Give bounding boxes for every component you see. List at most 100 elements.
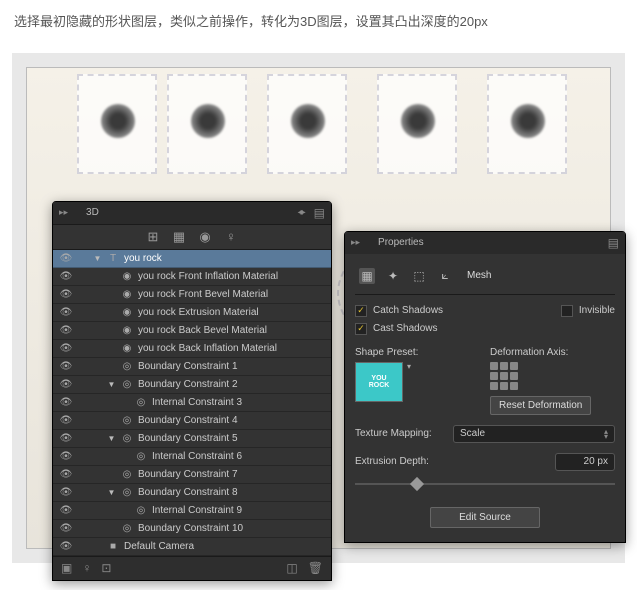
twisty-icon[interactable]: ▼ xyxy=(107,488,116,497)
coords-tab-icon[interactable]: ⟀ xyxy=(437,268,453,284)
visibility-eye-icon[interactable]: 👁 xyxy=(59,539,73,553)
texture-mapping-select[interactable]: Scale ▴▾ xyxy=(453,425,615,443)
visibility-eye-icon[interactable]: 👁 xyxy=(59,341,73,355)
visibility-eye-icon[interactable]: 👁 xyxy=(59,485,73,499)
panel-nav-icon[interactable]: ◂▸ xyxy=(298,207,304,218)
scene-item-label: you rock Extrusion Material xyxy=(138,307,325,318)
panel-menu-icon[interactable]: ▤ xyxy=(314,206,325,220)
scene-item-label: Boundary Constraint 8 xyxy=(138,487,325,498)
filter-scene-icon[interactable]: ⊞ xyxy=(145,229,161,245)
panel-properties-tab[interactable]: Properties xyxy=(370,233,432,252)
visibility-eye-icon[interactable]: 👁 xyxy=(59,287,73,301)
visibility-eye-icon[interactable]: 👁 xyxy=(59,431,73,445)
scene-item-label: you rock Front Bevel Material xyxy=(138,289,325,300)
letter-shape xyxy=(77,74,157,174)
scene-item[interactable]: 👁 ▼ ◎ Boundary Constraint 8 xyxy=(53,484,331,502)
target-icon: ◎ xyxy=(120,359,134,373)
visibility-eye-icon[interactable]: 👁 xyxy=(59,449,73,463)
scene-item[interactable]: 👁▼◎Boundary Constraint 2 xyxy=(53,376,331,394)
visibility-eye-icon[interactable]: 👁 xyxy=(59,305,73,319)
reset-deformation-button[interactable]: Reset Deformation xyxy=(490,396,591,415)
scene-item[interactable]: 👁◎Boundary Constraint 4 xyxy=(53,412,331,430)
scene-item[interactable]: 👁 ◎ Internal Constraint 3 xyxy=(53,394,331,412)
scene-item-label: you rock Front Inflation Material xyxy=(138,271,325,282)
visibility-eye-icon[interactable]: 👁 xyxy=(59,269,73,283)
scene-item-label: Internal Constraint 6 xyxy=(152,451,325,462)
scene-item[interactable]: 👁◉you rock Back Inflation Material xyxy=(53,340,331,358)
scene-item[interactable]: 👁■Default Camera xyxy=(53,538,331,556)
scene-item[interactable]: 👁◎Internal Constraint 6 xyxy=(53,448,331,466)
visibility-eye-icon[interactable]: 👁 xyxy=(59,359,73,373)
visibility-eye-icon[interactable]: 👁 xyxy=(59,323,73,337)
deformation-axis-label: Deformation Axis: xyxy=(490,347,615,358)
visibility-eye-icon[interactable]: 👁 xyxy=(59,395,73,409)
target-icon: ◎ xyxy=(120,485,134,499)
scene-item-label: Boundary Constraint 7 xyxy=(138,469,325,480)
deformation-axis-grid[interactable] xyxy=(490,362,518,390)
scene-item-label: you rock Back Bevel Material xyxy=(138,325,325,336)
light-icon[interactable]: ♀ xyxy=(82,561,91,575)
twisty-icon[interactable]: ▼ xyxy=(107,434,116,443)
filter-material-icon[interactable]: ◉ xyxy=(197,229,213,245)
cast-shadows-label: Cast Shadows xyxy=(373,323,437,334)
scene-item[interactable]: 👁◎Boundary Constraint 7 xyxy=(53,466,331,484)
scene-item[interactable]: 👁 ◉ you rock Front Bevel Material xyxy=(53,286,331,304)
extrusion-depth-slider[interactable] xyxy=(355,477,615,491)
catch-shadows-label: Catch Shadows xyxy=(373,305,443,316)
scene-item[interactable]: 👁▼Tyou rock xyxy=(53,250,331,268)
shape-preset-label: Shape Preset: xyxy=(355,347,480,358)
target-icon: ◎ xyxy=(134,395,148,409)
target-icon: ◎ xyxy=(134,503,148,517)
cap-tab-icon[interactable]: ⬚ xyxy=(411,268,427,284)
new-icon[interactable]: ◫ xyxy=(286,561,297,575)
extrusion-depth-input[interactable]: 20 px xyxy=(555,453,615,471)
panel-3d-tab[interactable]: 3D xyxy=(78,203,107,222)
visibility-eye-icon[interactable]: 👁 xyxy=(59,521,73,535)
camera-icon[interactable]: ⊡ xyxy=(101,561,111,575)
panel-3d-header[interactable]: ▸▸ 3D ◂▸ ▤ xyxy=(53,202,331,224)
filter-light-icon[interactable]: ♀ xyxy=(223,229,239,245)
visibility-eye-icon[interactable]: 👁 xyxy=(59,251,73,265)
scene-item[interactable]: 👁◉you rock Extrusion Material xyxy=(53,304,331,322)
camera-icon: ■ xyxy=(106,539,120,553)
scene-item-label: Boundary Constraint 5 xyxy=(138,433,325,444)
extrusion-depth-label: Extrusion Depth: xyxy=(355,456,445,467)
panel-menu-icon[interactable]: ▤ xyxy=(608,236,619,250)
scene-item[interactable]: 👁◎Boundary Constraint 10 xyxy=(53,520,331,538)
page-instruction: 选择最初隐藏的形状图层，类似之前操作，转化为3D图层，设置其凸出深度的20px xyxy=(0,0,637,45)
target-icon: ◎ xyxy=(120,413,134,427)
collapse-icon[interactable]: ▸▸ xyxy=(59,207,68,218)
cast-shadows-checkbox[interactable]: ✓ xyxy=(355,323,367,335)
scene-item-label: Internal Constraint 3 xyxy=(152,397,325,408)
twisty-icon[interactable]: ▼ xyxy=(107,380,116,389)
catch-shadows-checkbox[interactable]: ✓ xyxy=(355,305,367,317)
scene-item[interactable]: 👁▼◎Boundary Constraint 5 xyxy=(53,430,331,448)
letter-shape xyxy=(167,74,247,174)
scene-item[interactable]: 👁◉you rock Front Inflation Material xyxy=(53,268,331,286)
material-icon: ◉ xyxy=(120,287,134,301)
scene-item-label: you rock xyxy=(124,253,325,264)
scene-item[interactable]: 👁◉you rock Back Bevel Material xyxy=(53,322,331,340)
visibility-eye-icon[interactable]: 👁 xyxy=(59,413,73,427)
scene-item[interactable]: 👁◎Internal Constraint 9 xyxy=(53,502,331,520)
shape-preset-dropdown-icon[interactable]: ▾ xyxy=(407,362,411,371)
mesh-tab-icon[interactable]: ▦ xyxy=(359,268,375,284)
visibility-eye-icon[interactable]: 👁 xyxy=(59,467,73,481)
visibility-eye-icon[interactable]: 👁 xyxy=(59,503,73,517)
panel-properties-header[interactable]: ▸▸ Properties ▤ xyxy=(345,232,625,254)
letter-shape xyxy=(377,74,457,174)
deform-tab-icon[interactable]: ✦ xyxy=(385,268,401,284)
visibility-eye-icon[interactable]: 👁 xyxy=(59,377,73,391)
render-icon[interactable]: ▣ xyxy=(61,561,72,575)
letter-shape xyxy=(267,74,347,174)
edit-source-button[interactable]: Edit Source xyxy=(430,507,540,528)
scene-item-label: Boundary Constraint 1 xyxy=(138,361,325,372)
twisty-icon[interactable]: ▼ xyxy=(93,254,102,263)
scene-item[interactable]: 👁 ◎ Boundary Constraint 1 xyxy=(53,358,331,376)
invisible-checkbox[interactable]: ✓ xyxy=(561,305,573,317)
shape-preset-thumb[interactable]: YOUROCK xyxy=(355,362,403,402)
trash-icon[interactable]: 🗑 xyxy=(308,561,323,575)
filter-mesh-icon[interactable]: ▦ xyxy=(171,229,187,245)
collapse-icon[interactable]: ▸▸ xyxy=(351,237,360,248)
material-icon: ◉ xyxy=(120,341,134,355)
